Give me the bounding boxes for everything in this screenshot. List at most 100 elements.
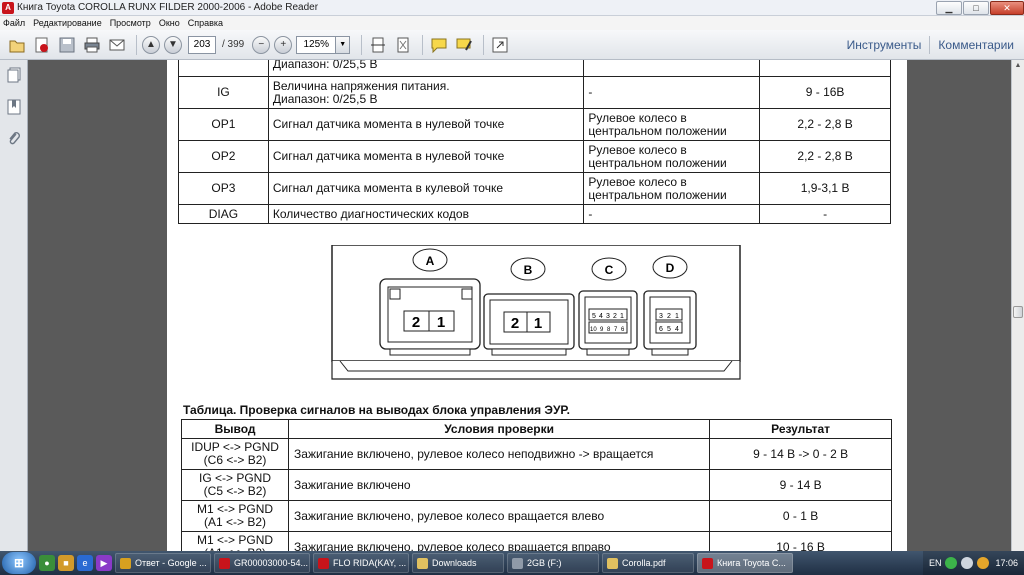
- page-total: / 399: [222, 39, 245, 50]
- table-header-row: Вывод Условия проверки Результат: [180, 419, 892, 439]
- taskbar-button[interactable]: 2GB (F:): [507, 553, 599, 573]
- email-icon[interactable]: [106, 34, 128, 56]
- quick-launch-ie-icon[interactable]: e: [77, 555, 93, 571]
- pin-d2: 2: [667, 313, 671, 320]
- table-cell: OP3: [178, 172, 269, 205]
- connector-d-foot: [651, 348, 689, 356]
- signal-check-table-body: IDUP <-> PGND (C6 <-> B2) Зажигание включ…: [180, 438, 892, 551]
- attachments-icon[interactable]: [3, 128, 25, 150]
- task-app-icon: [702, 557, 713, 569]
- scrollbar-thumb[interactable]: [1013, 306, 1023, 318]
- table-cell: 9 - 14 В -> 0 - 2 В: [709, 438, 892, 470]
- tray-app-icon[interactable]: [977, 557, 990, 569]
- taskbar-button[interactable]: GR00003000-54...: [214, 553, 310, 573]
- previous-page-icon[interactable]: ▲: [142, 35, 160, 54]
- table-cell: [759, 60, 891, 77]
- table-cell: Сигнал датчика момента в нулевой точке: [267, 108, 585, 141]
- task-list: Ответ - Google ... GR00003000-54... FLO RI…: [112, 553, 793, 573]
- quick-launch-folder-icon[interactable]: ■: [58, 555, 74, 571]
- zoom-dropdown-icon[interactable]: ▼: [336, 35, 351, 54]
- menu-edit[interactable]: Редактирование: [33, 18, 102, 28]
- table-cell: Рулевое колесо в центральном положении: [583, 172, 761, 205]
- taskbar-button[interactable]: Книга Toyota C...: [697, 553, 793, 573]
- table-cell: Зажигание включено, рулевое колесо враща…: [288, 531, 711, 551]
- scroll-up-icon[interactable]: ▲: [1012, 60, 1024, 72]
- volume-icon[interactable]: [961, 557, 974, 569]
- menu-view[interactable]: Просмотр: [110, 18, 151, 28]
- taskbar-button-label: GR00003000-54...: [234, 558, 309, 568]
- connector-c-foot: [586, 348, 630, 356]
- task-app-icon: [512, 557, 523, 569]
- label-a: A: [426, 254, 435, 268]
- zoom-in-icon[interactable]: +: [274, 35, 293, 54]
- taskbar-button[interactable]: Corolla.pdf: [602, 553, 694, 573]
- minimize-button[interactable]: ▁: [936, 0, 962, 15]
- language-indicator[interactable]: EN: [929, 558, 942, 568]
- table-cell: IDUP <-> PGND (C6 <-> B2): [180, 438, 290, 470]
- next-page-icon[interactable]: ▼: [164, 35, 182, 54]
- save-icon[interactable]: [56, 34, 78, 56]
- pin-c2: 2: [613, 313, 617, 320]
- tools-button[interactable]: Инструменты: [847, 38, 922, 52]
- table-cell: 10 - 16 В: [709, 531, 892, 551]
- menu-help[interactable]: Справка: [188, 18, 223, 28]
- header-pin: Вывод: [180, 419, 290, 439]
- open-file-icon[interactable]: [6, 34, 28, 56]
- toolbar-separator: [422, 34, 424, 55]
- quick-launch-media-icon[interactable]: ▶: [96, 555, 112, 571]
- menu-file[interactable]: Файл: [3, 18, 25, 28]
- zoom-out-icon[interactable]: −: [252, 35, 271, 54]
- taskbar-button[interactable]: Downloads: [412, 553, 504, 573]
- connector-base: [331, 361, 741, 380]
- fit-page-icon[interactable]: [392, 34, 414, 56]
- table-cell: [583, 60, 761, 77]
- quick-launch-chrome-icon[interactable]: ●: [39, 555, 55, 571]
- comment-icon[interactable]: [428, 34, 450, 56]
- table-cell: Сигнал датчика момента в нулевой точке: [267, 140, 585, 173]
- expand-icon[interactable]: [489, 34, 511, 56]
- parameters-table: Диапазон: 0/25,5 В IG Величина напряжения …: [178, 60, 891, 224]
- connector-a-foot: [389, 348, 471, 356]
- label-c: C: [605, 263, 614, 277]
- menu-window[interactable]: Окно: [159, 18, 180, 28]
- network-icon[interactable]: [945, 557, 958, 569]
- print-icon[interactable]: [81, 34, 103, 56]
- connector-diagram: A B C D 2 1 2 1 5 4 3 2 1 10 9 8 7 6 3 2…: [331, 245, 741, 380]
- taskbar-button[interactable]: FLO RIDA(KAY, ...: [313, 553, 409, 573]
- menu-bar: Файл Редактирование Просмотр Окно Справк…: [0, 16, 1024, 30]
- create-pdf-icon[interactable]: [31, 34, 53, 56]
- toolbar-separator: [361, 34, 363, 55]
- taskbar-button[interactable]: Ответ - Google ...: [115, 553, 211, 573]
- table-row: IDUP <-> PGND (C6 <-> B2) Зажигание включ…: [180, 438, 892, 470]
- bookmarks-icon[interactable]: [3, 96, 25, 118]
- zoom-level-input[interactable]: 125%: [296, 35, 337, 54]
- toolbar-separator: [929, 36, 931, 54]
- page-thumbnails-icon[interactable]: [3, 64, 25, 86]
- vertical-scrollbar[interactable]: ▲: [1011, 60, 1024, 551]
- start-button[interactable]: ⊞: [2, 552, 36, 574]
- task-app-icon: [120, 557, 131, 569]
- title-bar: A Книга Toyota COROLLA RUNX FILDER 2000-…: [0, 0, 1024, 16]
- highlight-icon[interactable]: [453, 34, 475, 56]
- pin-c3: 3: [606, 313, 610, 320]
- task-app-icon: [417, 557, 428, 569]
- table-cell: OP2: [178, 140, 269, 173]
- table-row: M1 <-> PGND (A1 <-> B2)Зажигание включен…: [180, 531, 892, 551]
- fit-width-icon[interactable]: [367, 34, 389, 56]
- table-row: DIAG Количество диагностических кодов - -: [178, 204, 891, 224]
- table-cell: DIAG: [178, 204, 269, 224]
- comments-button[interactable]: Комментарии: [938, 38, 1014, 52]
- toolbar-separator: [136, 34, 137, 55]
- close-button[interactable]: ✕: [990, 0, 1024, 15]
- table-cell: IG: [178, 76, 269, 109]
- connector-a-latch: [461, 288, 473, 300]
- table-row: OP3 Сигнал датчика момента в кулевой точк…: [178, 172, 891, 205]
- label-b: B: [524, 263, 533, 277]
- maximize-button[interactable]: □: [963, 0, 989, 15]
- page-number-input[interactable]: 203: [188, 35, 216, 54]
- pin-c5: 5: [592, 313, 596, 320]
- table-cell: M1 <-> PGND (A1 <-> B2): [180, 531, 290, 551]
- table-cell: Сигнал датчика момента в кулевой точке: [267, 172, 585, 205]
- table-cell: IG <-> PGND (C5 <-> B2): [180, 469, 290, 501]
- table-cell: 9 - 16В: [759, 76, 891, 109]
